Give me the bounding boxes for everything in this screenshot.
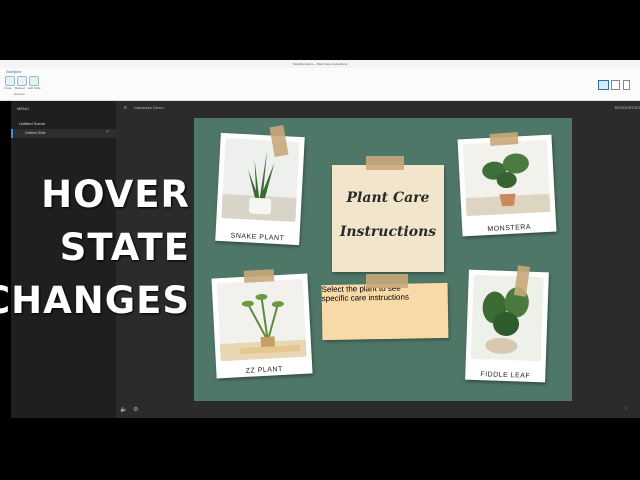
preview-group-label: Preview — [14, 92, 25, 96]
plant-card-zz[interactable]: ZZ PLANT — [211, 273, 313, 379]
tape-title — [366, 156, 404, 170]
tablet-view-icon[interactable] — [611, 80, 620, 90]
tape-monstera — [489, 132, 519, 146]
plant-label-monstera: MONSTERA — [487, 223, 532, 234]
menu-slide-item[interactable]: Untitled Slide ✓ — [11, 129, 118, 138]
desktop-view-icon[interactable] — [598, 80, 609, 90]
overlay-line-3: CHANGES — [0, 279, 190, 322]
title-line-1: Plant Care — [346, 190, 430, 206]
plant-card-monstera[interactable]: MONSTERA — [457, 134, 557, 237]
window-titlebar: Storyline Demo – Plant Care Instructions — [0, 60, 640, 68]
plant-card-snake[interactable]: SNAKE PLANT — [215, 132, 305, 246]
instructions-line-2: specific care instructions — [321, 292, 409, 304]
title-line-2: Instructions — [339, 224, 437, 240]
tape-instructions — [366, 274, 408, 288]
plant-label-fiddle: FIDDLE LEAF — [480, 371, 531, 380]
plant-label-snake: SNAKE PLANT — [230, 232, 285, 243]
player-controls: 🔈 ⚙ — [120, 406, 139, 413]
settings-icon[interactable]: ⚙ — [133, 407, 138, 413]
menu-scene-title[interactable]: Untitled Scene — [19, 121, 45, 126]
overlay-line-1: HOVER — [41, 173, 190, 216]
close-label: Close — [4, 86, 12, 90]
next-arrow-icon[interactable]: › — [625, 406, 627, 412]
zz-plant-image — [216, 278, 307, 362]
slide-canvas: SNAKE PLANT MONSTERA ZZ PLANT FIDDLE LEA… — [194, 118, 572, 401]
reload-button[interactable] — [17, 76, 27, 86]
hamburger-icon[interactable]: ≡ — [124, 105, 127, 111]
edit-slide-label: Edit Slide — [28, 86, 41, 90]
monstera-icon — [482, 153, 529, 207]
tape-zz — [243, 269, 275, 283]
resources-button[interactable]: RESOURCES — [615, 105, 640, 110]
fiddle-leaf-icon — [482, 287, 529, 354]
edit-slide-button[interactable] — [29, 76, 39, 86]
ribbon-tab[interactable]: Storyline — [6, 69, 22, 74]
window-title: Storyline Demo – Plant Care Instructions — [292, 62, 348, 66]
course-title: Galvanize Demo — [134, 105, 164, 110]
menu-slide-label: Untitled Slide — [25, 131, 46, 135]
close-preview-button[interactable] — [5, 76, 15, 86]
phone-view-icon[interactable] — [623, 80, 630, 90]
fiddle-leaf-image — [470, 274, 544, 362]
volume-icon[interactable]: 🔈 — [120, 407, 127, 413]
plant-label-zz: ZZ PLANT — [245, 365, 284, 375]
ribbon: Storyline Close Reload Edit Slide Previe… — [0, 68, 640, 101]
title-note: Plant Care Instructions — [332, 165, 444, 272]
plant-card-fiddle[interactable]: FIDDLE LEAF — [465, 269, 549, 383]
instructions-note: Select the plant to see specific care in… — [321, 282, 449, 341]
menu-header: MENU — [17, 106, 29, 111]
monstera-image — [462, 139, 551, 217]
zz-plant-icon — [240, 293, 301, 355]
checkmark-icon: ✓ — [105, 129, 110, 135]
overlay-line-2: STATE — [59, 226, 190, 269]
reload-label: Reload — [15, 86, 25, 90]
